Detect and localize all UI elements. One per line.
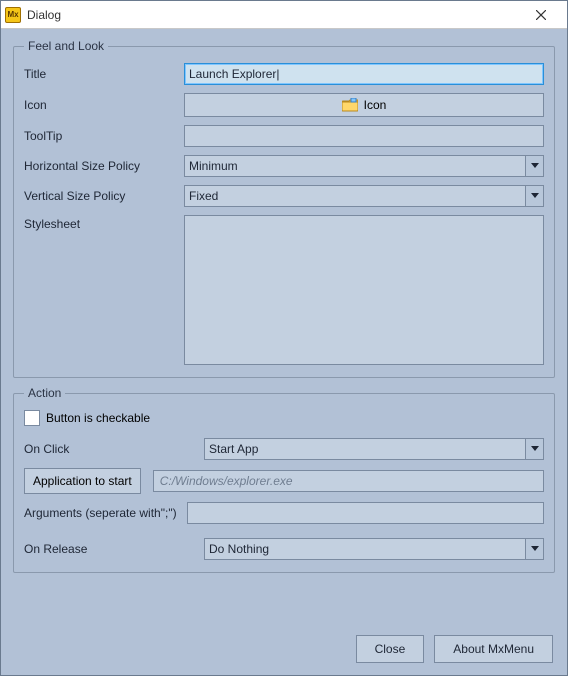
about-button[interactable]: About MxMenu xyxy=(434,635,553,663)
content-area: Feel and Look Title Launch Explorer| Ico… xyxy=(1,29,567,675)
onclick-label: On Click xyxy=(24,442,204,456)
chevron-down-icon xyxy=(525,439,543,459)
feel-and-look-legend: Feel and Look xyxy=(24,39,108,53)
chevron-down-icon xyxy=(525,156,543,176)
action-group: Action Button is checkable On Click Star… xyxy=(13,386,555,573)
close-icon xyxy=(536,10,546,20)
vpolicy-label: Vertical Size Policy xyxy=(24,189,184,203)
hpolicy-select[interactable]: Minimum xyxy=(184,155,544,177)
icon-button-label: Icon xyxy=(364,98,387,112)
window-close-button[interactable] xyxy=(519,5,563,25)
arguments-input[interactable] xyxy=(187,502,544,524)
close-button[interactable]: Close xyxy=(356,635,425,663)
folder-icon xyxy=(342,98,358,112)
vpolicy-select[interactable]: Fixed xyxy=(184,185,544,207)
onrelease-label: On Release xyxy=(24,542,204,556)
chevron-down-icon xyxy=(525,186,543,206)
action-legend: Action xyxy=(24,386,65,400)
onrelease-select[interactable]: Do Nothing xyxy=(204,538,544,560)
application-path-input[interactable]: C:/Windows/explorer.exe xyxy=(153,470,544,492)
footer: Close About MxMenu xyxy=(13,631,555,665)
application-to-start-button[interactable]: Application to start xyxy=(24,468,141,494)
stylesheet-textarea[interactable] xyxy=(184,215,544,365)
text-caret: | xyxy=(276,67,279,81)
checkable-checkbox[interactable] xyxy=(24,410,40,426)
tooltip-input[interactable] xyxy=(184,125,544,147)
app-icon: Mx xyxy=(5,7,21,23)
chevron-down-icon xyxy=(525,539,543,559)
stylesheet-label: Stylesheet xyxy=(24,215,184,231)
spacer xyxy=(13,581,555,623)
onclick-select[interactable]: Start App xyxy=(204,438,544,460)
tooltip-label: ToolTip xyxy=(24,129,184,143)
dialog-window: Mx Dialog Feel and Look Title Launch Exp… xyxy=(0,0,568,676)
window-title: Dialog xyxy=(27,8,519,22)
icon-label: Icon xyxy=(24,98,184,112)
icon-picker-button[interactable]: Icon xyxy=(184,93,544,117)
arguments-label: Arguments (seperate with";") xyxy=(24,506,177,520)
title-label: Title xyxy=(24,67,184,81)
feel-and-look-group: Feel and Look Title Launch Explorer| Ico… xyxy=(13,39,555,378)
titlebar: Mx Dialog xyxy=(1,1,567,29)
hpolicy-label: Horizontal Size Policy xyxy=(24,159,184,173)
title-input[interactable]: Launch Explorer| xyxy=(184,63,544,85)
checkable-label: Button is checkable xyxy=(46,411,150,425)
